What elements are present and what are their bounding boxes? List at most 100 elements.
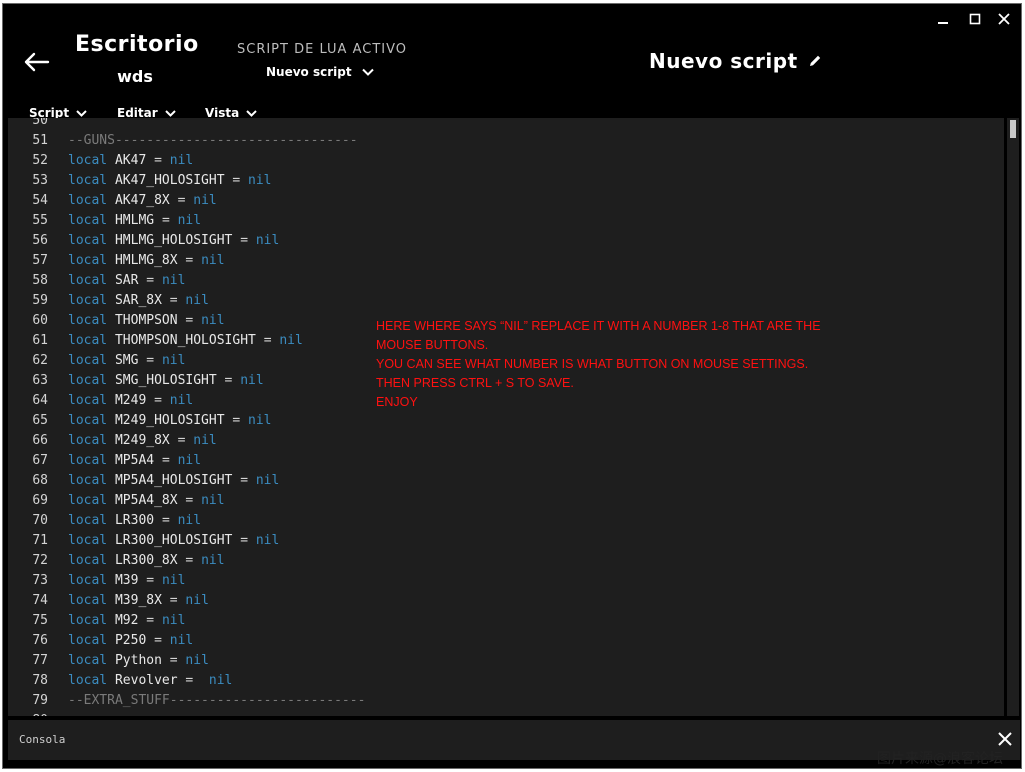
code-value: nil	[208, 673, 233, 688]
code-text: local SMG = nil	[68, 351, 185, 371]
code-identifier: HMLMG_HOLOSIGHT	[114, 233, 233, 248]
line-number: 70	[32, 513, 48, 528]
chevron-down-icon	[361, 68, 374, 76]
code-value: nil	[161, 353, 186, 368]
code-value: nil	[161, 573, 186, 588]
minimize-button[interactable]	[928, 8, 958, 30]
back-button[interactable]	[24, 51, 50, 73]
code-keyword: local	[68, 653, 108, 668]
code-operator: =	[169, 593, 178, 608]
code-operator: =	[146, 613, 155, 628]
chevron-down-icon	[76, 109, 87, 117]
code-identifier: THOMPSON	[114, 313, 178, 328]
code-identifier: M92	[114, 613, 139, 628]
code-keyword: local	[68, 393, 108, 408]
close-icon	[998, 13, 1010, 25]
scrollbar-thumb[interactable]	[1010, 120, 1016, 138]
code-keyword: local	[68, 593, 108, 608]
code-keyword: local	[68, 553, 108, 568]
code-identifier: SMG_HOLOSIGHT	[114, 373, 217, 388]
annotation-line: HERE WHERE SAYS “NIL” REPLACE IT WITH A …	[376, 319, 821, 333]
code-operator: =	[146, 573, 155, 588]
code-operator: =	[169, 653, 178, 668]
code-keyword: local	[68, 413, 108, 428]
code-keyword: local	[68, 513, 108, 528]
code-value: nil	[193, 433, 217, 448]
code-keyword: local	[68, 273, 108, 288]
active-script-dropdown[interactable]: Nuevo script	[266, 63, 374, 81]
code-operator: =	[146, 353, 155, 368]
code-keyword: local	[68, 213, 108, 228]
code-operator: =	[185, 493, 194, 508]
code-operator: =	[169, 293, 178, 308]
code-value: nil	[185, 293, 209, 308]
code-operator: =	[185, 313, 194, 328]
code-text: local Revolver = nil	[68, 671, 232, 691]
line-number: 54	[32, 193, 48, 208]
code-keyword: local	[68, 293, 108, 308]
code-keyword: local	[68, 613, 108, 628]
code-value: nil	[193, 193, 217, 208]
line-number: 78	[32, 673, 48, 688]
code-identifier: AK47_8X	[114, 193, 170, 208]
code-identifier: LR300_HOLOSIGHT	[114, 533, 233, 548]
code-value: nil	[185, 593, 209, 608]
edit-script-name-button[interactable]	[808, 54, 822, 68]
line-number: 73	[32, 573, 48, 588]
code-operator: =	[177, 193, 186, 208]
code-text: local HMLMG = nil	[68, 211, 201, 231]
code-keyword: local	[68, 153, 108, 168]
code-comment: --EXTRA_STUFF-------------------------	[68, 693, 366, 708]
line-number: 51	[32, 133, 48, 148]
code-keyword: local	[68, 453, 108, 468]
code-keyword: local	[68, 433, 108, 448]
code-value: nil	[255, 473, 280, 488]
code-keyword: local	[68, 473, 108, 488]
script-name-header: Nuevo script	[649, 49, 822, 73]
code-value: nil	[248, 173, 272, 188]
line-number: 63	[32, 373, 48, 388]
code-operator: =	[161, 453, 170, 468]
code-value: nil	[177, 453, 202, 468]
code-operator: =	[154, 393, 162, 408]
code-keyword: local	[68, 373, 108, 388]
line-number: 56	[32, 233, 48, 248]
code-identifier: M249_8X	[114, 433, 170, 448]
code-keyword: local	[68, 533, 108, 548]
line-number: 67	[32, 453, 48, 468]
console-panel: Consola	[8, 720, 1020, 760]
code-identifier: AK47	[114, 153, 147, 168]
code-text: local M92 = nil	[68, 611, 185, 631]
instruction-annotation: HERE WHERE SAYS “NIL” REPLACE IT WITH A …	[376, 317, 876, 412]
maximize-button[interactable]	[960, 8, 990, 30]
line-number: 60	[32, 313, 48, 328]
annotation-line: MOUSE BUTTONS.	[376, 338, 489, 352]
code-text: local HMLMG_8X = nil	[68, 251, 225, 271]
code-operator: =	[240, 233, 249, 248]
line-number: 64	[32, 393, 48, 408]
line-number: 74	[32, 593, 48, 608]
code-operator: =	[263, 333, 272, 348]
active-script-value: Nuevo script	[266, 65, 352, 79]
line-number: 71	[32, 533, 48, 548]
device-title: Escritorio	[75, 32, 199, 57]
annotation-line: YOU CAN SEE WHAT NUMBER IS WHAT BUTTON O…	[376, 357, 809, 371]
line-number: 66	[32, 433, 48, 448]
close-window-button[interactable]	[989, 8, 1019, 30]
chevron-down-icon	[164, 109, 176, 117]
close-icon	[998, 732, 1012, 746]
code-editor[interactable]: 50 51 --GUNS------------------------------…	[8, 118, 1004, 716]
script-name: Nuevo script	[649, 49, 798, 73]
annotation-line: THEN PRESS CTRL + S TO SAVE.	[376, 376, 574, 390]
line-number: 62	[32, 353, 48, 368]
editor-scrollbar[interactable]	[1007, 118, 1019, 716]
line-number: 69	[32, 493, 48, 508]
code-identifier: MP5A4_HOLOSIGHT	[114, 473, 233, 488]
code-operator: =	[177, 433, 186, 448]
code-identifier: SAR	[114, 273, 139, 288]
console-close-button[interactable]	[996, 730, 1014, 748]
code-text: local MP5A4_8X = nil	[68, 491, 225, 511]
code-value: nil	[255, 233, 280, 248]
code-identifier: P250	[114, 633, 147, 648]
code-keyword: local	[68, 493, 108, 508]
